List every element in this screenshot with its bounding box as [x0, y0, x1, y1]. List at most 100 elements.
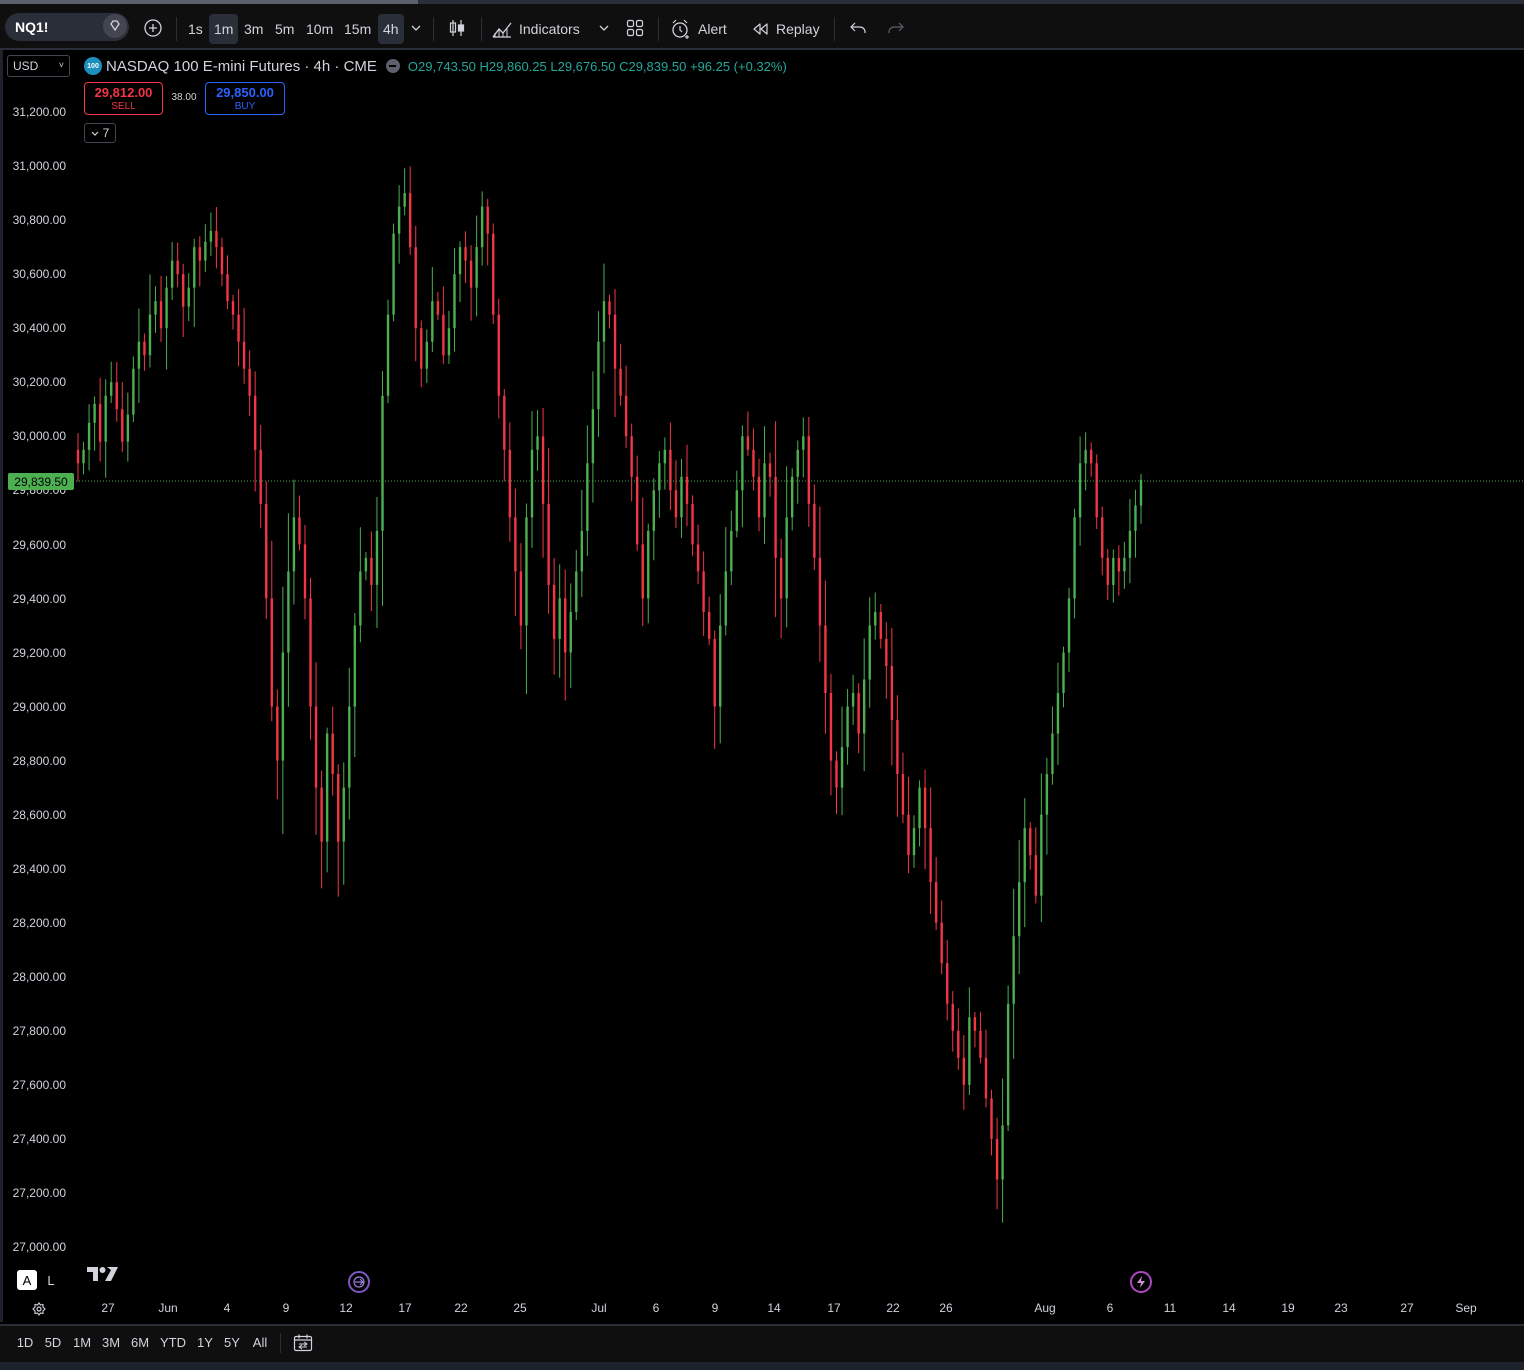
range-button-6m[interactable]: 6M: [131, 1335, 149, 1350]
indicators-button[interactable]: Indicators: [491, 14, 580, 44]
time-axis-label: Aug: [1034, 1301, 1056, 1315]
timeframe-1m[interactable]: 1m: [209, 14, 239, 44]
economic-event-icon[interactable]: [348, 1271, 370, 1293]
candle-body: [641, 544, 644, 599]
layouts-grid-icon[interactable]: [623, 16, 647, 40]
candle-body: [126, 414, 130, 442]
candle-body: [198, 247, 202, 261]
candle-body: [1078, 463, 1082, 518]
currency-selector[interactable]: USD ˅: [7, 55, 70, 77]
range-button-3m[interactable]: 3M: [102, 1335, 120, 1350]
candle-body: [536, 436, 539, 450]
divider: [176, 17, 177, 41]
candle-body: [1056, 693, 1060, 734]
go-to-date-icon[interactable]: [292, 1333, 314, 1353]
candle-body: [564, 598, 567, 653]
candle-body: [82, 449, 85, 464]
add-symbol-icon[interactable]: [141, 16, 165, 40]
time-axis-label: 22: [886, 1301, 900, 1315]
candle-body: [193, 247, 196, 288]
candle-body: [929, 828, 932, 883]
range-button-1d[interactable]: 1D: [17, 1335, 34, 1350]
nasdaq-100-logo: 100: [84, 57, 102, 75]
candle-body: [630, 436, 633, 477]
candle-body: [768, 463, 772, 477]
candle-body: [696, 544, 700, 572]
range-button-all[interactable]: All: [253, 1335, 267, 1350]
candle-body: [159, 301, 163, 329]
time-axis-label: 25: [513, 1301, 527, 1315]
timeframe-1s[interactable]: 1s: [183, 14, 208, 44]
candle-body: [209, 230, 213, 242]
sell-button[interactable]: 29,812.00 SELL: [84, 82, 163, 115]
candle-body: [1123, 557, 1126, 572]
range-button-ytd[interactable]: YTD: [160, 1335, 186, 1350]
chart-settings-gear-icon[interactable]: [31, 1301, 47, 1317]
low-value: 29,676.50: [557, 58, 616, 74]
legend-title[interactable]: NASDAQ 100 E-mini Futures · 4h · CME: [106, 58, 377, 75]
candles-chart-type-icon[interactable]: [445, 16, 469, 40]
candle-body: [447, 328, 451, 356]
rewind-icon: [753, 23, 768, 35]
candle-body: [1095, 463, 1098, 518]
diamond-icon[interactable]: [103, 14, 127, 38]
alert-button[interactable]: Alert: [670, 14, 727, 44]
indicators-dropdown-chevron-icon[interactable]: [595, 18, 613, 38]
high-value: 29,860.25: [488, 58, 547, 74]
candle-body: [110, 382, 113, 396]
market-status-icon[interactable]: [385, 59, 400, 73]
candle-body: [121, 409, 124, 442]
candle-body: [154, 301, 157, 315]
time-axis-label: 9: [711, 1301, 719, 1315]
time-axis-label: 12: [339, 1301, 353, 1315]
candle-body: [702, 571, 705, 612]
timeframe-5m[interactable]: 5m: [270, 14, 299, 44]
candle-body: [325, 733, 329, 842]
candle-body: [314, 706, 318, 788]
price-axis-label: 28,800.00: [12, 753, 66, 768]
candle-body: [713, 638, 716, 707]
candle-body: [979, 1030, 982, 1058]
candle-body: [397, 206, 401, 234]
undo-icon[interactable]: [846, 16, 870, 40]
redo-icon[interactable]: [884, 16, 908, 40]
buy-button[interactable]: 29,850.00 BUY: [205, 82, 285, 115]
replay-button[interactable]: Replay: [751, 14, 820, 44]
candle-body: [990, 1098, 993, 1139]
timeframe-10m[interactable]: 10m: [301, 14, 338, 44]
candle-body: [1062, 652, 1065, 694]
candle-body: [331, 733, 334, 775]
candle-body: [874, 611, 877, 626]
candle-body: [757, 476, 761, 518]
timeframe-3m[interactable]: 3m: [239, 14, 268, 44]
range-button-1m[interactable]: 1M: [73, 1335, 91, 1350]
candle-body: [348, 706, 351, 788]
timeframe-4h[interactable]: 4h: [378, 14, 404, 44]
candle-body: [763, 463, 766, 518]
range-button-5d[interactable]: 5D: [45, 1335, 62, 1350]
candle-body: [912, 828, 916, 856]
divider: [834, 17, 835, 41]
time-axis-label: 23: [1334, 1301, 1348, 1315]
candle-body: [846, 706, 849, 748]
price-chart[interactable]: [0, 50, 1524, 1322]
symbol-search[interactable]: NQ1!: [5, 13, 129, 41]
candle-body: [242, 341, 246, 369]
time-axis-label: 6: [1106, 1301, 1114, 1315]
range-button-5y[interactable]: 5Y: [224, 1335, 240, 1350]
auto-scale-toggle[interactable]: A: [17, 1270, 37, 1290]
candle-body: [337, 774, 340, 842]
ohlc-values: O29,743.50 H29,860.25 L29,676.50 C29,839…: [408, 59, 787, 74]
candle-body: [613, 314, 617, 369]
indicators-label: Indicators: [519, 21, 580, 37]
candle-body: [591, 409, 595, 464]
range-button-1y[interactable]: 1Y: [197, 1335, 213, 1350]
indicators-collapse-toggle[interactable]: 7: [84, 123, 116, 143]
tradingview-logo[interactable]: [87, 1266, 119, 1287]
spread-value: 38.00: [171, 92, 197, 103]
log-scale-toggle[interactable]: L: [41, 1270, 61, 1290]
lightning-event-icon[interactable]: [1130, 1271, 1152, 1293]
timeframe-dropdown-chevron-icon[interactable]: [407, 18, 425, 38]
candle-body: [132, 368, 135, 415]
timeframe-15m[interactable]: 15m: [339, 14, 376, 44]
